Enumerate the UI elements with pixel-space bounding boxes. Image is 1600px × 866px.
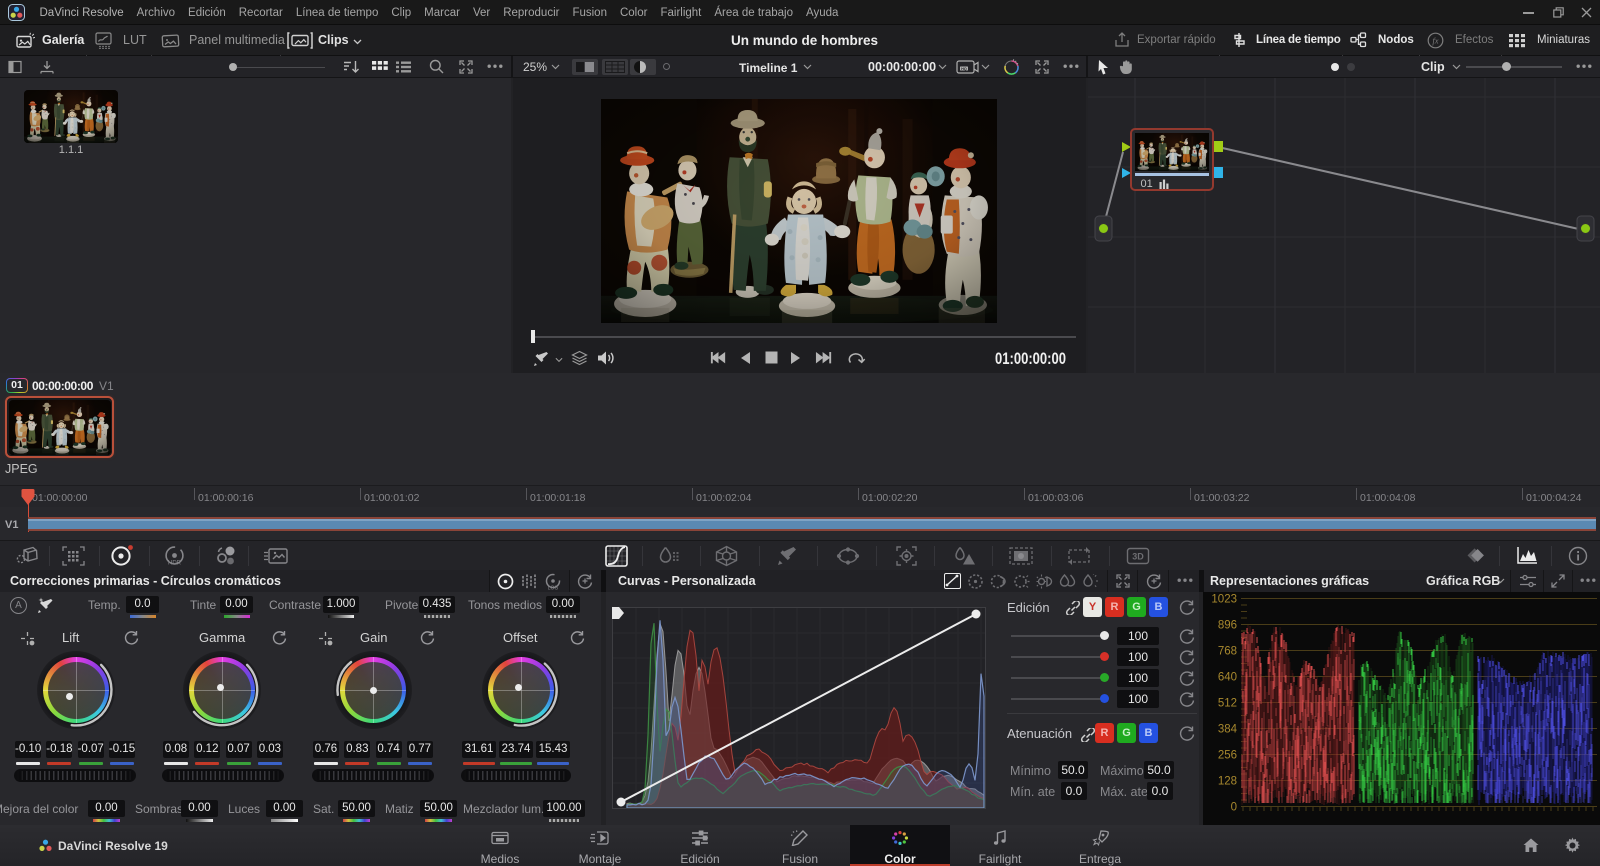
svg-text:01:00:04:24: 01:00:04:24 [1526,492,1582,504]
svg-text:0: 0 [1231,802,1237,814]
svg-text:384: 384 [1218,724,1238,736]
svg-text:01:00:03:06: 01:00:03:06 [1028,492,1084,504]
svg-text:01:00:01:18: 01:00:01:18 [530,492,586,504]
svg-text:01:00:00:16: 01:00:00:16 [198,492,254,504]
svg-text:01:00:03:22: 01:00:03:22 [1194,492,1250,504]
svg-text:1023: 1023 [1211,594,1237,606]
svg-text:3D: 3D [1132,552,1144,562]
svg-text:01:00:00:00: 01:00:00:00 [32,492,88,504]
svg-text:512: 512 [1218,698,1237,710]
svg-text:fx: fx [1432,35,1438,45]
svg-text:768: 768 [1218,646,1237,658]
svg-text:256: 256 [1218,750,1237,762]
svg-text:01:00:04:08: 01:00:04:08 [1360,492,1416,504]
svg-text:896: 896 [1218,620,1237,632]
svg-text:01:00:02:20: 01:00:02:20 [862,492,918,504]
svg-text:640: 640 [1218,672,1237,684]
svg-text:128: 128 [1218,776,1237,788]
svg-text:01:00:02:04: 01:00:02:04 [696,492,752,504]
svg-text:LOG: LOG [548,586,559,592]
svg-text:HDR: HDR [168,561,182,567]
svg-text:HQ: HQ [961,67,967,71]
svg-text:01:00:01:02: 01:00:01:02 [364,492,420,504]
